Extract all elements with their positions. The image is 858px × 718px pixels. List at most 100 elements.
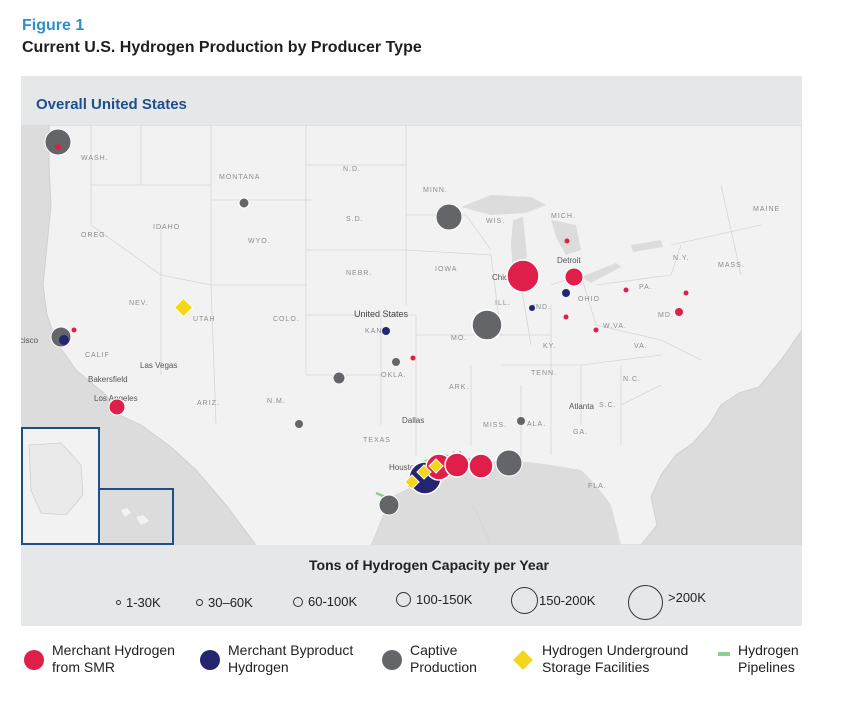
captive-facility — [435, 203, 463, 231]
legend-label: Captive Production — [410, 642, 477, 675]
captive-facility — [517, 417, 525, 425]
panel-title: Overall United States — [36, 96, 187, 113]
city-label: Las Vegas — [140, 361, 177, 370]
captive-facility — [392, 358, 400, 366]
size-legend-item: 30–60K — [196, 595, 253, 610]
type-legend: Merchant Hydrogen from SMR Merchant Bypr… — [0, 642, 858, 692]
green-line-icon — [718, 652, 730, 656]
state-label: COLO. — [273, 316, 300, 323]
size-legend-label: 150-200K — [539, 593, 596, 608]
size-ring-icon — [396, 592, 411, 607]
state-label: WASH. — [81, 155, 109, 162]
captive-facility — [295, 420, 303, 428]
smr-facility — [675, 308, 683, 316]
size-legend-item: >200K — [628, 585, 706, 620]
legend-label: Hydrogen Underground Storage Facilities — [542, 642, 689, 675]
state-label: FLA. — [588, 483, 607, 490]
state-label: MASS. — [718, 262, 745, 269]
state-label: VA. — [634, 343, 648, 350]
state-label: N.D. — [343, 166, 361, 173]
state-label: OREG. — [81, 232, 109, 239]
state-label: KY. — [543, 343, 556, 350]
city-label: Detroit — [557, 256, 581, 265]
state-label: MICH. — [551, 213, 576, 220]
legend-label: Merchant Byproduct Hydrogen — [228, 642, 354, 675]
state-label: ALA. — [527, 421, 546, 428]
legend-item: Merchant Hydrogen from SMR — [24, 642, 175, 676]
state-label: OHIO — [578, 296, 600, 303]
city-label: Dallas — [402, 416, 424, 425]
captive-facility — [495, 449, 523, 477]
navy-circle-icon — [200, 650, 220, 670]
red-circle-icon — [24, 650, 44, 670]
state-label: CALIF — [85, 352, 110, 359]
smr-facility — [564, 238, 570, 244]
captive-facility — [44, 128, 72, 156]
state-label: N.M. — [267, 398, 286, 405]
size-legend-label: 100-150K — [416, 592, 473, 607]
country-label: United States — [354, 309, 409, 319]
byproduct-facility — [382, 327, 390, 335]
state-label: IDAHO — [153, 224, 180, 231]
size-legend-label: 1-30K — [126, 595, 161, 610]
figure-title: Current U.S. Hydrogen Production by Prod… — [22, 39, 422, 56]
state-label: NEV. — [129, 300, 149, 307]
city-label: Bakersfield — [88, 375, 128, 384]
smr-facility — [683, 290, 689, 296]
state-label: N.Y. — [673, 255, 690, 262]
size-legend-title: Tons of Hydrogen Capacity per Year — [309, 557, 549, 573]
state-label: ARK. — [449, 384, 469, 391]
size-legend-item: 100-150K — [396, 592, 472, 607]
size-legend-label: 60-100K — [308, 594, 358, 609]
yellow-diamond-icon — [513, 650, 533, 670]
smr-facility — [410, 355, 416, 361]
size-legend-label: >200K — [668, 590, 706, 605]
byproduct-facility — [59, 335, 69, 345]
state-label: MISS. — [483, 422, 507, 429]
city-label: San Francisco — [21, 336, 39, 345]
smr-facility — [444, 452, 470, 478]
inset-alaska — [21, 427, 100, 545]
legend-label: Merchant Hydrogen from SMR — [52, 642, 175, 675]
size-ring-icon — [116, 600, 121, 605]
smr-facility — [623, 287, 629, 293]
size-legend-label: 30–60K — [208, 595, 253, 610]
state-label: WYO. — [248, 238, 271, 245]
legend-item: Captive Production — [382, 642, 477, 676]
state-label: GA. — [573, 429, 588, 436]
size-ring-icon — [628, 585, 663, 620]
captive-facility — [471, 309, 503, 341]
smr-facility — [593, 327, 599, 333]
state-label: TEXAS — [363, 437, 391, 444]
state-label: WIS. — [486, 218, 505, 225]
state-label: MO. — [451, 335, 467, 342]
state-label: PA. — [639, 284, 653, 291]
size-ring-icon — [511, 587, 538, 614]
size-legend: 1-30K 30–60K 60-100K 100-150K 150-200K >… — [0, 585, 858, 625]
state-label: IND. — [533, 304, 551, 311]
us-map: WASH. MONTANA N.D. MINN. OREG. IDAHO S.D… — [21, 125, 802, 545]
byproduct-facility — [529, 305, 535, 311]
state-label: MONTANA — [219, 174, 260, 181]
state-label: IOWA — [435, 266, 457, 273]
legend-label: Hydrogen Pipelines — [738, 642, 799, 675]
legend-item: Hydrogen Underground Storage Facilities — [512, 642, 688, 676]
state-label: MAINE — [753, 206, 780, 213]
size-legend-item: 150-200K — [511, 587, 595, 614]
state-label: UTAH — [193, 316, 216, 323]
state-label: NEBR. — [346, 270, 372, 277]
state-label: S.D. — [346, 216, 364, 223]
legend-item: Merchant Byproduct Hydrogen — [200, 642, 353, 676]
smr-facility — [108, 398, 126, 416]
state-label: ILL. — [495, 300, 511, 307]
smr-facility — [55, 144, 61, 150]
state-label: ARIZ. — [197, 400, 220, 407]
gray-circle-icon — [382, 650, 402, 670]
smr-facility — [564, 267, 584, 287]
byproduct-facility — [562, 289, 570, 297]
captive-facility — [238, 197, 250, 209]
smr-facility — [468, 453, 494, 479]
state-label: N.C. — [623, 376, 641, 383]
state-label: TENN. — [531, 370, 557, 377]
captive-facility — [332, 371, 346, 385]
